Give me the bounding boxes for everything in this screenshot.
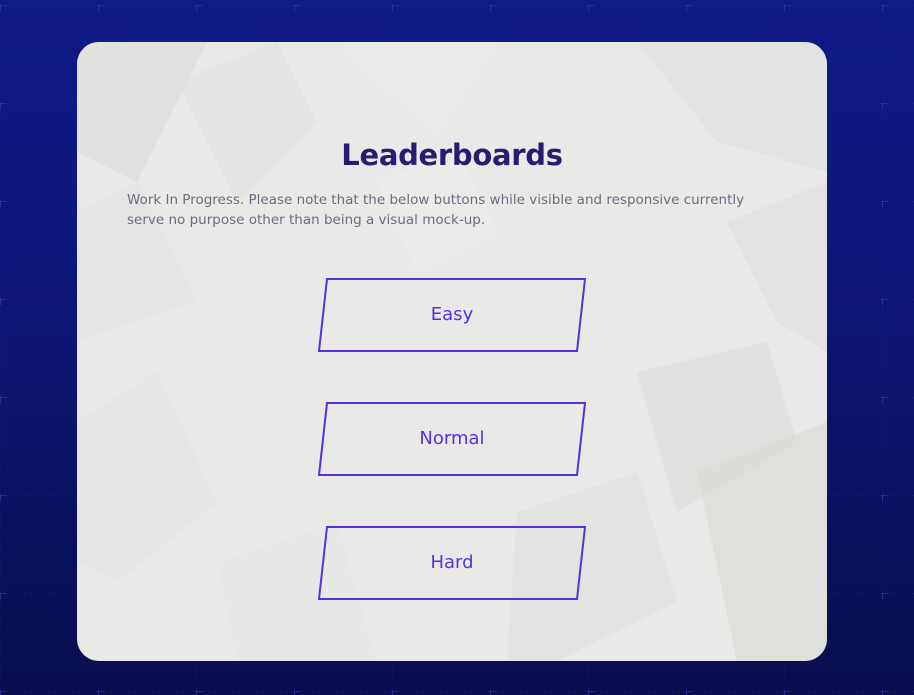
work-in-progress-notice: Work In Progress. Please note that the b… xyxy=(127,192,745,228)
hard-button-label: Hard xyxy=(430,552,474,573)
leaderboard-card: Leaderboards Work In Progress. Please no… xyxy=(77,42,827,661)
page-title: Leaderboards xyxy=(341,138,563,172)
easy-button-label: Easy xyxy=(430,304,474,325)
normal-button[interactable]: Normal xyxy=(318,402,586,476)
normal-button-label: Normal xyxy=(419,428,485,449)
easy-button[interactable]: Easy xyxy=(318,278,586,352)
hard-button[interactable]: Hard xyxy=(318,526,586,600)
